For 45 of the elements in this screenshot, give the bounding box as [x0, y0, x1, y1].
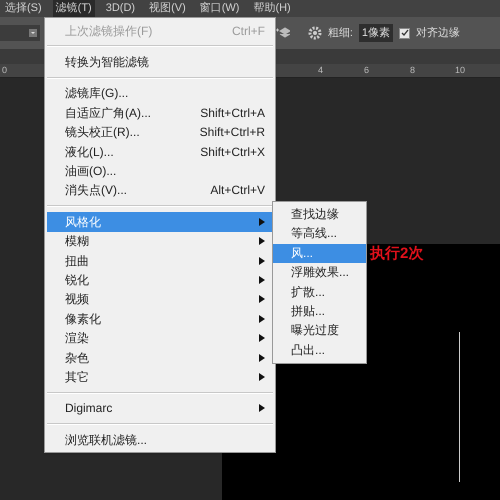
menu-item[interactable]: 滤镜库(G)... [47, 84, 273, 104]
width-field[interactable]: 1像素 [358, 24, 393, 42]
menu-item[interactable]: 转换为智能滤镜 [47, 52, 273, 72]
menu-item[interactable]: 自适应广角(A)... Shift+Ctrl+A [47, 103, 273, 123]
ruler-label: 6 [364, 64, 370, 76]
menu-bar-item[interactable]: 窗口(W) [196, 0, 242, 17]
checkbox-label: 对齐边缘 [416, 26, 460, 41]
menu-bar-item[interactable]: 视图(V) [146, 0, 189, 17]
menu-item[interactable]: 浏览联机滤镜... [47, 430, 273, 450]
width-label: 粗细: [328, 26, 353, 41]
menu-item[interactable]: 杂色 [47, 348, 273, 368]
ruler-label: 10 [455, 64, 466, 76]
menu-item[interactable]: 等高线... [273, 224, 366, 244]
menu-item[interactable]: 镜头校正(R)... Shift+Ctrl+R [47, 122, 273, 142]
menu-item[interactable]: 查找边缘 [273, 205, 366, 224]
checkmark-icon [400, 29, 408, 37]
menu-item[interactable]: 曝光过度 [273, 321, 366, 341]
menu-item[interactable]: 渲染 [47, 328, 273, 348]
menu-bar-item[interactable]: 帮助(H) [250, 0, 294, 17]
annotation: 执行2次 [370, 244, 424, 264]
menu-bar-item[interactable]: 选择(S) [2, 0, 45, 17]
gear-icon[interactable] [308, 26, 322, 40]
menu-bar-item[interactable]: 滤镜(T) [52, 0, 95, 17]
menu-item[interactable]: 凸出... [273, 340, 366, 360]
menu-item[interactable]: 扭曲 [47, 250, 273, 270]
ruler-label: 0 [2, 64, 8, 76]
menu-item[interactable]: 模糊 [47, 232, 273, 251]
menu-item[interactable]: 浮雕效果... [273, 263, 366, 283]
menu-item[interactable]: 液化(L)... Shift+Ctrl+X [47, 142, 273, 162]
menu-item[interactable]: 拼贴... [273, 302, 366, 322]
menu-bar-item[interactable]: 3D(D) [102, 0, 138, 17]
ruler-label: 8 [410, 64, 416, 76]
layers-icon[interactable] [274, 26, 290, 40]
menu-item[interactable]: 其它 [47, 367, 273, 387]
menu-item[interactable]: 锐化 [47, 270, 273, 290]
menu-item[interactable]: Digimarc [47, 398, 273, 418]
menu-item[interactable]: 消失点(V)... Alt+Ctrl+V [47, 180, 273, 200]
dropdown-icon [29, 29, 37, 37]
menu-item[interactable]: 视频 [47, 290, 273, 310]
menu-item[interactable]: 像素化 [47, 309, 273, 328]
menu-item[interactable]: 油画(O)... [47, 161, 273, 181]
dropdown-field[interactable] [0, 25, 40, 41]
menu-item[interactable]: 扩散... [273, 282, 366, 302]
ruler-label: 4 [318, 64, 324, 76]
checkbox[interactable] [399, 28, 410, 38]
